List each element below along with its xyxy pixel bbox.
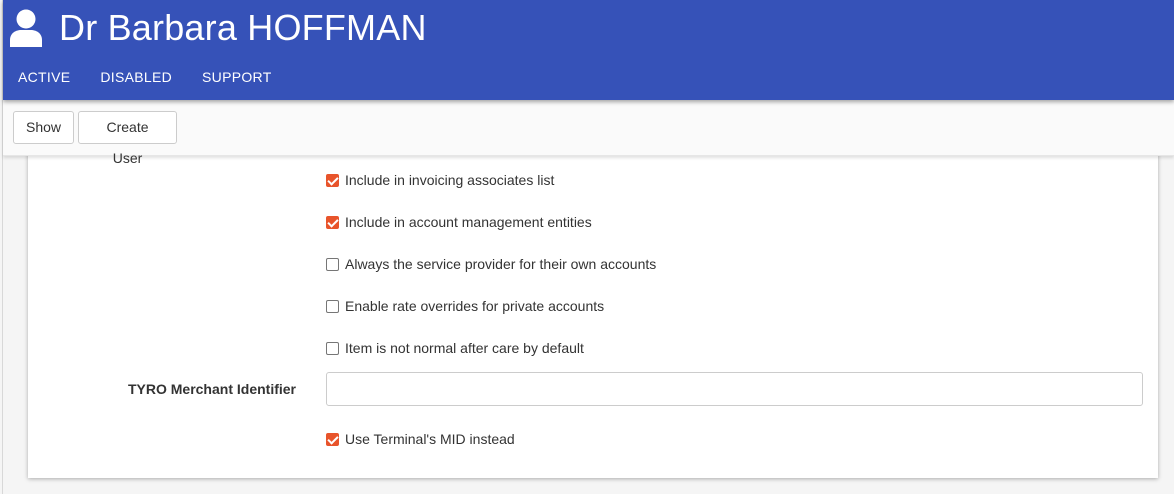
title-row: Dr Barbara HOFFMAN bbox=[9, 6, 427, 50]
tab-support[interactable]: SUPPORT bbox=[187, 62, 287, 92]
checkbox-row-rate-overrides[interactable]: Enable rate overrides for private accoun… bbox=[326, 296, 604, 316]
tyro-merchant-id-input[interactable] bbox=[326, 372, 1143, 406]
app-header: Dr Barbara HOFFMAN ACTIVE DISABLED SUPPO… bbox=[3, 0, 1174, 100]
after-care-checkbox[interactable] bbox=[326, 341, 339, 355]
tyro-merchant-id-label: TYRO Merchant Identifier bbox=[127, 381, 296, 397]
rate-overrides-label[interactable]: Enable rate overrides for private accoun… bbox=[345, 298, 604, 314]
checkbox-row-service-provider[interactable]: Always the service provider for their ow… bbox=[326, 254, 656, 274]
invoicing-associates-checkbox[interactable] bbox=[326, 173, 339, 187]
status-tabs: ACTIVE DISABLED SUPPORT bbox=[3, 62, 287, 92]
service-provider-checkbox[interactable] bbox=[326, 257, 339, 271]
account-management-checkbox[interactable] bbox=[326, 215, 339, 229]
tab-disabled[interactable]: DISABLED bbox=[85, 62, 187, 92]
create-user-button[interactable]: Create User bbox=[78, 111, 177, 166]
after-care-label[interactable]: Item is not normal after care by default bbox=[345, 340, 584, 356]
checkbox-row-account-management[interactable]: Include in account management entities bbox=[326, 212, 592, 232]
terminal-mid-label[interactable]: Use Terminal's MID instead bbox=[345, 431, 515, 447]
user-icon bbox=[9, 9, 43, 47]
show-button[interactable]: Show bbox=[13, 111, 74, 144]
terminal-mid-checkbox[interactable] bbox=[326, 432, 339, 446]
page-title: Dr Barbara HOFFMAN bbox=[59, 7, 427, 48]
service-provider-label[interactable]: Always the service provider for their ow… bbox=[345, 256, 656, 272]
checkbox-row-after-care[interactable]: Item is not normal after care by default bbox=[326, 338, 584, 358]
page: Dr Barbara HOFFMAN ACTIVE DISABLED SUPPO… bbox=[0, 0, 1174, 494]
account-management-label[interactable]: Include in account management entities bbox=[345, 214, 592, 230]
checkbox-row-terminal-mid[interactable]: Use Terminal's MID instead bbox=[326, 429, 515, 449]
rate-overrides-checkbox[interactable] bbox=[326, 299, 339, 313]
checkbox-row-invoicing-associates[interactable]: Include in invoicing associates list bbox=[326, 170, 554, 190]
toolbar: Show Create User bbox=[3, 100, 1174, 166]
invoicing-associates-label[interactable]: Include in invoicing associates list bbox=[345, 172, 554, 188]
user-settings-card: Include in invoicing associates list Inc… bbox=[28, 150, 1158, 478]
tab-active[interactable]: ACTIVE bbox=[3, 62, 85, 92]
